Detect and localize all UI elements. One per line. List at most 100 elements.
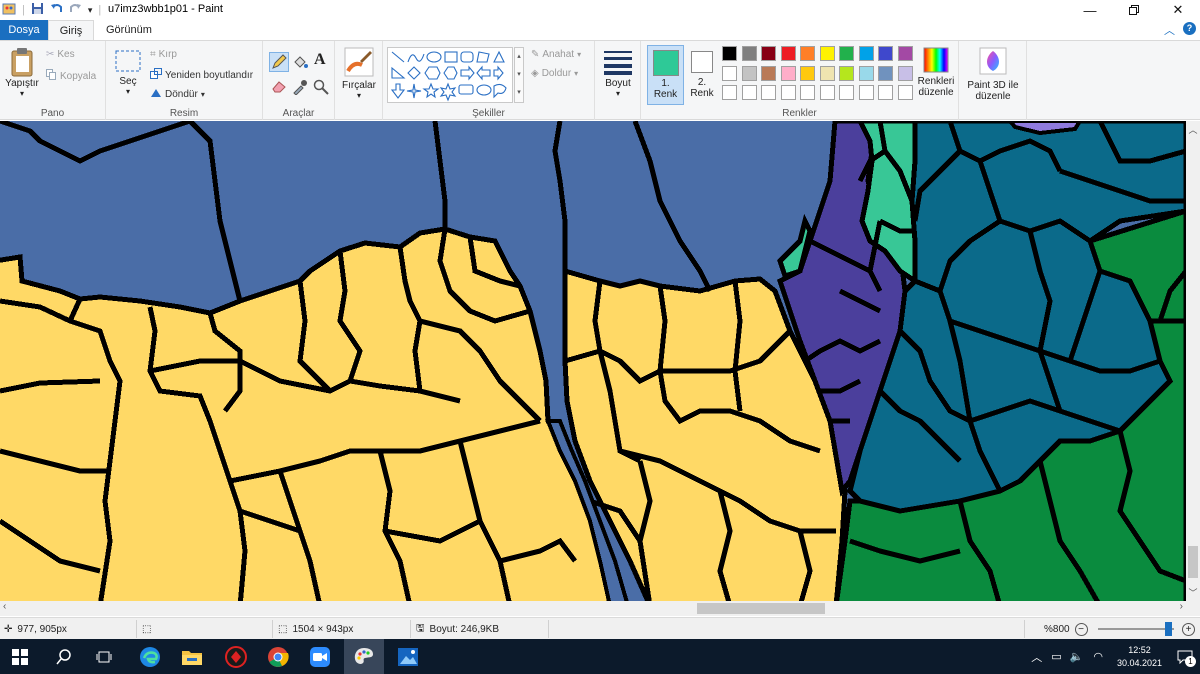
palette-swatch[interactable] (839, 85, 854, 100)
copy-button[interactable]: Kopyala (46, 69, 96, 83)
palette-swatch[interactable] (741, 46, 757, 61)
undo-icon[interactable] (50, 2, 63, 18)
taskbar-edge[interactable] (130, 639, 170, 674)
paint-app-icon[interactable] (2, 2, 16, 19)
start-button[interactable] (0, 639, 40, 674)
palette-swatch[interactable] (722, 65, 737, 81)
select-button[interactable]: Seç ▾ (112, 49, 144, 96)
taskbar-chrome[interactable] (258, 639, 298, 674)
palette-swatch[interactable] (722, 85, 737, 100)
brushes-button[interactable]: Fırçalar ▾ (339, 47, 379, 100)
zoom-in-icon[interactable]: + (1182, 618, 1195, 640)
palette-swatch[interactable] (819, 46, 835, 61)
palette-swatch[interactable] (858, 85, 874, 100)
outline-button[interactable]: ✎ Anahat ▾ (531, 49, 581, 60)
tab-view[interactable]: Görünüm (96, 20, 162, 40)
zoom-out-icon[interactable]: − (1074, 622, 1088, 636)
taskbar-zoom[interactable] (300, 639, 340, 674)
task-view-button[interactable] (84, 639, 124, 674)
palette-swatch[interactable] (761, 65, 776, 81)
eraser-tool[interactable] (271, 79, 287, 96)
size-button[interactable]: Boyut ▾ (601, 49, 635, 98)
scroll-left-icon[interactable]: ‹ (3, 601, 6, 612)
scroll-up-icon[interactable]: ︿ (1186, 123, 1200, 136)
quick-access-toolbar: | ▾ | (2, 2, 101, 18)
palette-swatch[interactable] (858, 65, 874, 81)
pencil-tool[interactable] (269, 52, 289, 72)
palette-swatch[interactable] (897, 46, 913, 61)
vertical-scrollbar[interactable]: ︿ ﹀ (1186, 121, 1200, 601)
customize-toolbar-icon[interactable]: ▾ (88, 5, 93, 16)
palette-swatch[interactable] (897, 85, 913, 100)
text-tool-icon[interactable]: A (314, 51, 326, 69)
edit-colors-button[interactable]: Renkleri düzenle (915, 47, 957, 98)
close-icon[interactable]: ✕ (1156, 0, 1200, 20)
palette-swatch[interactable] (800, 65, 815, 81)
shapes-scroll[interactable]: ▴ ▾ ▾ (514, 47, 524, 103)
palette-swatch[interactable] (741, 65, 757, 81)
color2-button[interactable]: 2. Renk (687, 45, 717, 105)
drawing-canvas[interactable] (0, 121, 1186, 601)
fill-tool[interactable] (292, 54, 308, 73)
taskbar-paint[interactable] (344, 639, 384, 674)
magnifier-tool[interactable] (313, 79, 329, 98)
color1-label-line1: 1. (661, 78, 670, 89)
taskbar-file-explorer[interactable] (172, 639, 212, 674)
palette-swatch[interactable] (858, 46, 874, 61)
resize-button[interactable]: Yeniden boyutlandır (150, 68, 253, 82)
fill-button[interactable]: ◈ Doldur ▾ (531, 68, 578, 79)
zoom-slider[interactable] (1098, 628, 1174, 630)
scroll-down-icon[interactable]: ﹀ (1186, 586, 1200, 599)
palette-swatch[interactable] (722, 46, 737, 61)
palette-swatch[interactable] (897, 65, 913, 81)
redo-icon[interactable] (69, 2, 82, 18)
minimize-icon[interactable]: — (1068, 0, 1112, 20)
wifi-icon[interactable]: ◠ (1087, 650, 1109, 663)
palette-swatch[interactable] (839, 46, 854, 61)
palette-swatch[interactable] (800, 85, 815, 100)
horizontal-scroll-thumb[interactable] (697, 603, 825, 614)
palette-swatch[interactable] (780, 46, 796, 61)
paste-button[interactable]: Yapıştır ▾ (4, 47, 40, 98)
crop-button[interactable]: ⌗ Kırp (150, 49, 177, 60)
color1-button[interactable]: 1. Renk (647, 45, 684, 105)
palette-swatch[interactable] (878, 65, 893, 81)
vertical-scroll-thumb[interactable] (1188, 546, 1198, 578)
palette-swatch[interactable] (780, 85, 796, 100)
paint3d-button[interactable]: Paint 3D ile düzenle (961, 47, 1025, 102)
palette-swatch[interactable] (761, 46, 776, 61)
palette-swatch[interactable] (819, 85, 835, 100)
color-picker-tool[interactable] (292, 79, 308, 98)
image-group: Seç ▾ ⌗ Kırp Yeniden boyutlandır Döndür … (106, 41, 263, 120)
palette-swatch[interactable] (819, 65, 835, 81)
palette-swatch[interactable] (741, 85, 757, 100)
palette-swatch[interactable] (800, 46, 815, 61)
horizontal-scrollbar[interactable]: ‹ › (0, 601, 1186, 616)
help-icon[interactable]: ? (1183, 22, 1196, 35)
map-drawing[interactable] (0, 121, 1186, 601)
save-icon[interactable] (31, 2, 44, 18)
palette-swatch[interactable] (878, 85, 893, 100)
scroll-right-icon[interactable]: › (1180, 601, 1183, 612)
battery-icon[interactable]: ▭ (1047, 650, 1065, 663)
palette-swatch[interactable] (761, 85, 776, 100)
palette-swatch[interactable] (878, 46, 893, 61)
tab-home[interactable]: Giriş (48, 20, 94, 40)
collapse-ribbon-icon[interactable]: ︿ (1164, 22, 1175, 38)
restore-icon[interactable] (1112, 0, 1156, 20)
taskbar-security-app[interactable] (216, 639, 256, 674)
zoom-slider-thumb[interactable] (1165, 622, 1172, 636)
show-hidden-icons-icon[interactable]: ︿ (1026, 649, 1047, 665)
cut-button[interactable]: ✂ Kes (46, 49, 75, 60)
search-button[interactable] (44, 639, 84, 674)
palette-swatch[interactable] (839, 65, 854, 81)
palette-swatch[interactable] (780, 65, 796, 81)
clock[interactable]: 12:52 30.04.2021 (1109, 644, 1170, 670)
notification-center[interactable]: 1 (1170, 639, 1200, 674)
tab-file[interactable]: Dosya (0, 20, 48, 40)
shapes-gallery[interactable] (387, 47, 513, 103)
color1-swatch (652, 50, 679, 76)
taskbar-photos[interactable] (388, 639, 428, 674)
volume-icon[interactable]: 🔈 (1066, 650, 1088, 663)
rotate-button[interactable]: Döndür ▾ (150, 87, 205, 101)
